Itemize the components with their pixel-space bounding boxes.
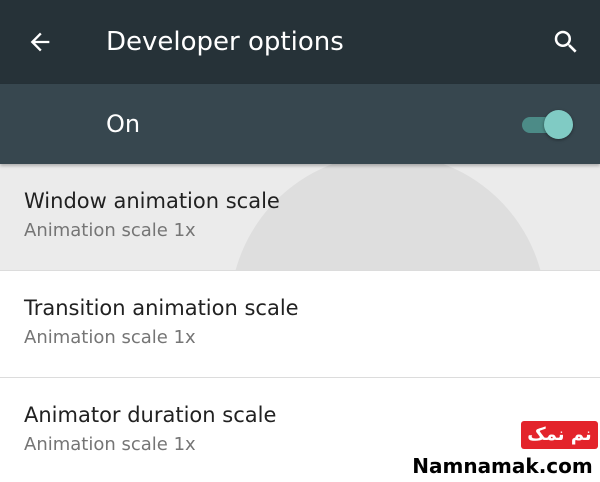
search-icon — [554, 30, 577, 53]
app-toolbar: Developer options — [0, 0, 600, 84]
pref-title: Transition animation scale — [24, 296, 299, 320]
pref-window-animation-scale[interactable]: Window animation scale Animation scale 1… — [0, 164, 600, 271]
pref-title: Animator duration scale — [24, 403, 277, 427]
touch-ripple — [230, 164, 546, 270]
pref-title: Window animation scale — [24, 189, 280, 213]
toggle-thumb — [544, 110, 573, 139]
search-button[interactable] — [546, 22, 586, 62]
pref-summary: Animation scale 1x — [24, 220, 196, 241]
watermark-site-text: Namnamak.com — [405, 451, 600, 481]
pref-summary: Animation scale 1x — [24, 434, 196, 455]
developer-options-screen: Developer options On Window animation sc… — [0, 0, 600, 482]
watermark-badge: نم نمک — [521, 421, 598, 449]
switch-state-label: On — [106, 110, 141, 138]
master-switch-bar[interactable]: On — [0, 84, 600, 164]
page-title: Developer options — [106, 27, 344, 57]
arrow-back-icon — [30, 32, 50, 52]
watermark-badge-text: نم نمک — [527, 424, 592, 445]
pref-transition-animation-scale[interactable]: Transition animation scale Animation sca… — [0, 271, 600, 378]
pref-summary: Animation scale 1x — [24, 327, 196, 348]
preference-list: Window animation scale Animation scale 1… — [0, 164, 600, 482]
back-button[interactable] — [20, 22, 60, 62]
developer-options-toggle[interactable] — [520, 108, 576, 140]
